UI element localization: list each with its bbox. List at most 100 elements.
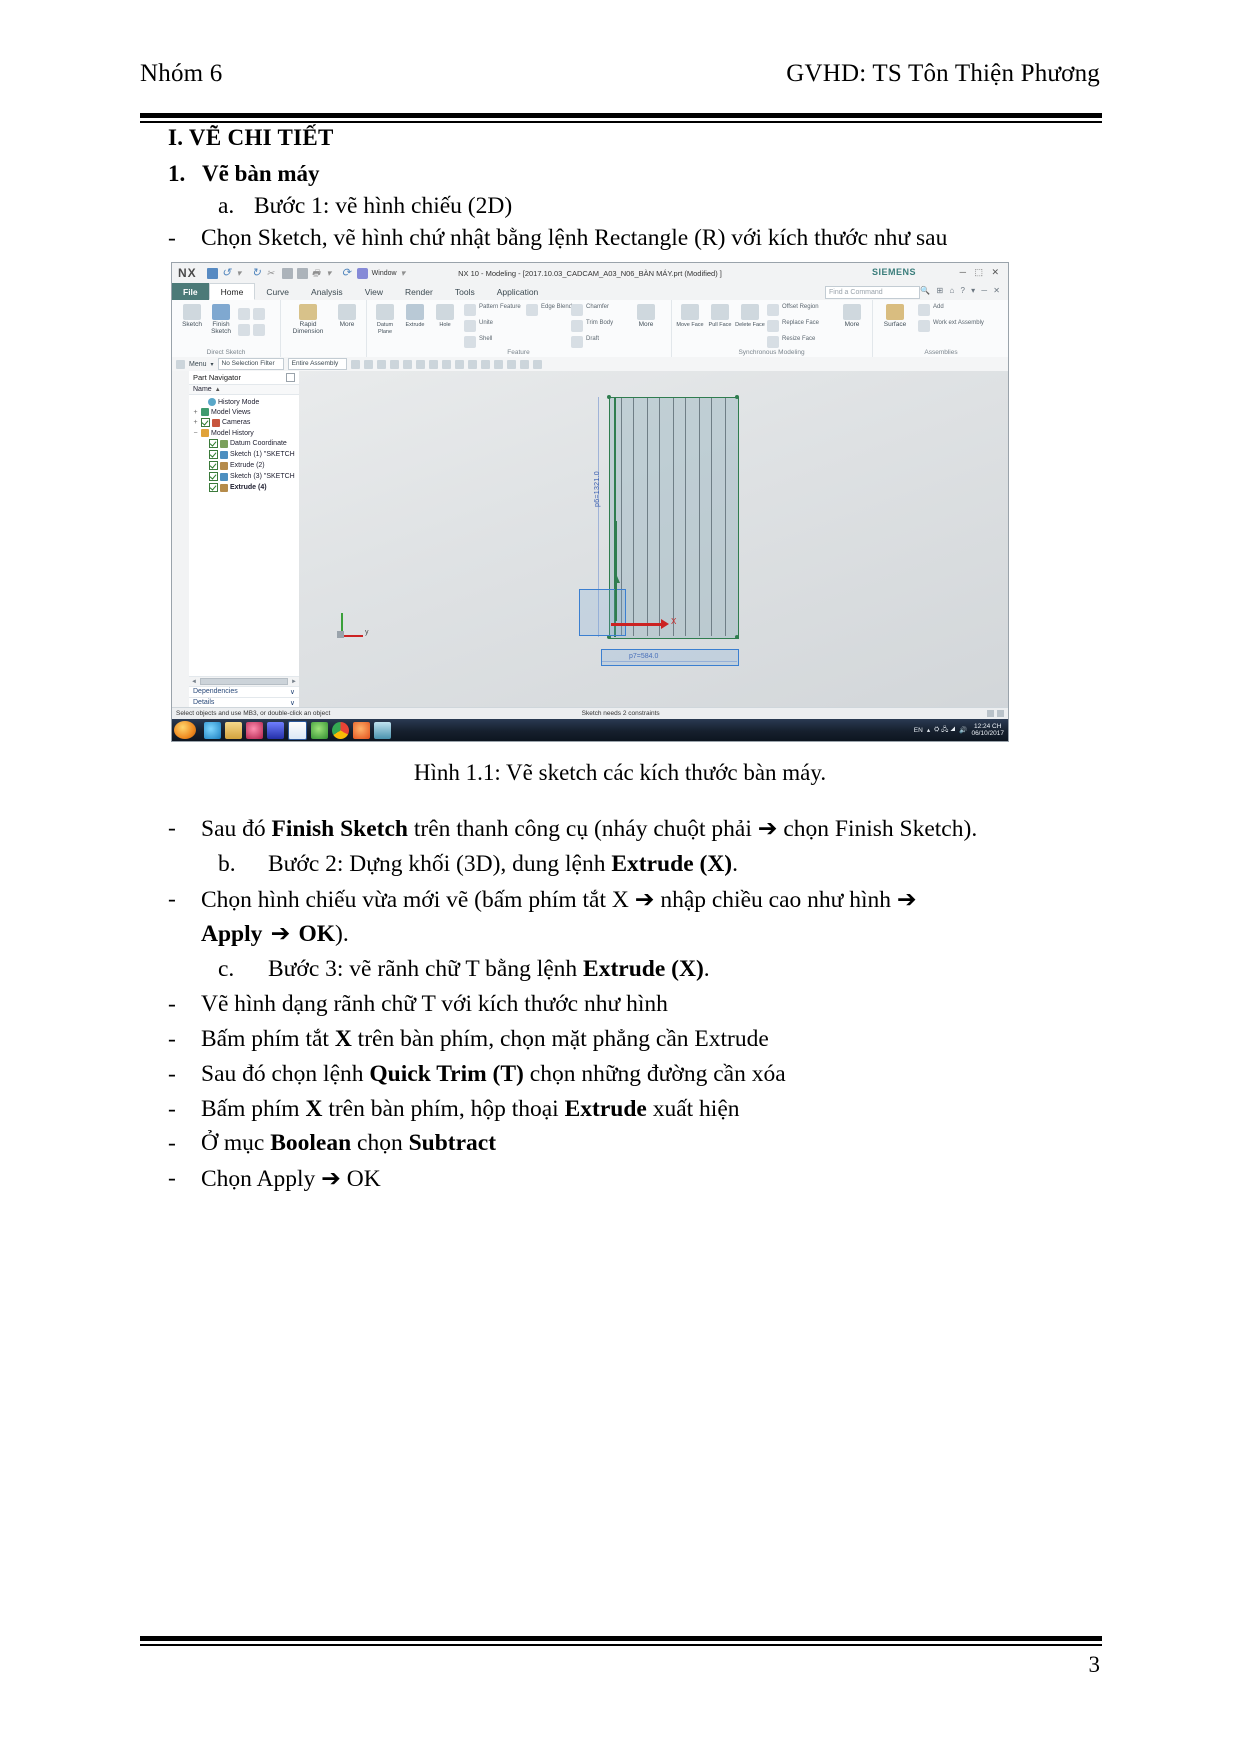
sync-offset-row[interactable]: Offset Region	[767, 304, 819, 316]
expander[interactable]: +	[192, 419, 199, 426]
window-controls[interactable]: ─ ⬚ ✕	[960, 267, 1002, 278]
sketch-curve-tools[interactable]	[238, 308, 265, 320]
chevron-down-icon[interactable]: ∨	[290, 688, 295, 696]
selection-filter-dropdown[interactable]: No Selection Filter	[217, 358, 284, 370]
ribbon-button-hole[interactable]: Hole	[430, 304, 460, 328]
internet-explorer-icon[interactable]	[204, 721, 221, 739]
tree-node-datum-coordinate[interactable]: Datum Coordinate	[189, 438, 299, 449]
visibility-checkbox[interactable]	[209, 461, 218, 470]
visibility-checkbox[interactable]	[209, 439, 218, 448]
select-face-icon[interactable]	[351, 359, 361, 369]
tree-node-history-mode[interactable]: History Mode	[189, 397, 299, 407]
sync-resize-row[interactable]: Resize Face	[767, 336, 815, 348]
snap-point-icon[interactable]	[390, 359, 400, 369]
pan-icon[interactable]	[455, 359, 465, 369]
chevron-down-icon[interactable]: ∨	[290, 699, 295, 707]
wireframe-mode-icon[interactable]	[481, 359, 491, 369]
ribbon-button-pull-face[interactable]: Pull Face	[705, 304, 735, 328]
start-button-icon[interactable]	[174, 721, 196, 739]
sketch-rectangle[interactable]	[609, 397, 739, 639]
tab-file[interactable]: File	[172, 283, 209, 300]
ribbon-button-more-feature[interactable]: More	[631, 304, 661, 328]
visibility-checkbox[interactable]	[209, 472, 218, 481]
select-point-icon[interactable]	[377, 359, 387, 369]
nx-graphics-window[interactable]: p6=1321.0 p7=584.0 X y	[299, 371, 1008, 719]
background-icon[interactable]	[533, 359, 543, 369]
zoom-icon[interactable]	[429, 359, 439, 369]
nx-ribbon[interactable]: Sketch Finish Sketch Direct Sketch Rapid…	[172, 300, 1008, 358]
tree-node-sketch-3[interactable]: Sketch (3) "SKETCH	[189, 471, 299, 482]
visibility-checkbox[interactable]	[209, 450, 218, 459]
tab-view[interactable]: View	[354, 283, 394, 300]
rotate-icon[interactable]	[442, 359, 452, 369]
ribbon-button-delete-face[interactable]: Delete Face	[735, 304, 765, 328]
firefox-icon[interactable]	[353, 721, 370, 739]
menu-label[interactable]: Menu	[189, 361, 207, 368]
ribbon-button-finish-sketch[interactable]: Finish Sketch	[206, 304, 236, 335]
tree-node-extrude-2[interactable]: Extrude (2)	[189, 460, 299, 471]
ribbon-button-sketch[interactable]: Sketch	[177, 304, 207, 328]
language-indicator[interactable]: EN	[914, 727, 923, 734]
feature-pattern-row[interactable]: Pattern Feature	[464, 304, 521, 316]
menu-icon[interactable]	[176, 359, 185, 369]
ribbon-button-move-face[interactable]: Move Face	[675, 304, 705, 328]
assemblies-work-row[interactable]: Work ext Assembly	[918, 320, 984, 332]
feature-shell-row[interactable]: Shell	[464, 336, 492, 348]
nx-ribbon-tabs[interactable]: File Home Curve Analysis View Render Too…	[172, 283, 1008, 301]
tray-expand-icon[interactable]: ▴	[927, 726, 930, 734]
sync-replace-row[interactable]: Replace Face	[767, 320, 819, 332]
feature-draft-row[interactable]: Draft	[571, 336, 599, 348]
layer-settings-icon[interactable]	[494, 359, 504, 369]
nx-taskbar-icon[interactable]	[374, 721, 391, 739]
tree-node-sketch-1[interactable]: Sketch (1) "SKETCH	[189, 449, 299, 460]
tab-tools[interactable]: Tools	[444, 283, 486, 300]
scroll-left-arrow[interactable]: ◄	[191, 679, 197, 685]
pin-icon[interactable]	[286, 373, 295, 382]
volume-icon[interactable]: 🔊	[959, 726, 967, 734]
tab-application[interactable]: Application	[486, 283, 550, 300]
navigator-section-dependencies[interactable]: Dependencies ∨	[189, 686, 299, 697]
nx-resource-bar[interactable]	[172, 371, 190, 719]
chrome-icon[interactable]	[332, 721, 349, 739]
tab-right-icons[interactable]: 🔍 ⊞ ⌂ ? ▾ ─ ✕	[920, 286, 1002, 295]
tree-node-extrude-4[interactable]: Extrude (4)	[189, 482, 299, 493]
selection-scope-dropdown[interactable]: Entire Assembly	[287, 358, 348, 370]
video-player-icon[interactable]	[267, 721, 284, 739]
expander[interactable]: −	[192, 430, 199, 437]
system-tray[interactable]: EN ▴ ⛭ 🖧 ◢ 🔊 12:24 CH 06/10/2017	[914, 723, 1004, 738]
tree-node-model-views[interactable]: + Model Views	[189, 407, 299, 417]
taskbar-clock[interactable]: 12:24 CH 06/10/2017	[971, 723, 1004, 738]
navigator-column-header[interactable]: Name ▲	[189, 385, 299, 395]
feature-unite-row[interactable]: Unite	[464, 320, 493, 332]
assemblies-add-row[interactable]: Add	[918, 304, 944, 316]
ribbon-button-more-dimension[interactable]: More	[332, 304, 362, 328]
ribbon-button-surface[interactable]: Surface	[880, 304, 910, 328]
visibility-checkbox[interactable]	[209, 483, 218, 492]
ribbon-button-datum-plane[interactable]: Datum Plane	[370, 304, 400, 335]
fit-view-icon[interactable]	[416, 359, 426, 369]
part-navigator-tree[interactable]: History Mode + Model Views + Cameras − M…	[189, 395, 299, 495]
tree-node-cameras[interactable]: + Cameras	[189, 417, 299, 428]
select-edge-icon[interactable]	[364, 359, 374, 369]
tab-home[interactable]: Home	[208, 283, 256, 300]
feature-chamfer-row[interactable]: Chamfer	[571, 304, 609, 316]
visibility-checkbox[interactable]	[201, 418, 210, 427]
unity-icon[interactable]	[311, 721, 328, 739]
tree-node-model-history[interactable]: − Model History	[189, 428, 299, 438]
feature-edge-row[interactable]: Edge Blend	[526, 304, 572, 316]
scroll-right-arrow[interactable]: ►	[291, 679, 297, 685]
windows-taskbar[interactable]: EN ▴ ⛭ 🖧 ◢ 🔊 12:24 CH 06/10/2017	[172, 719, 1008, 741]
shaded-mode-icon[interactable]	[468, 359, 478, 369]
section-icon[interactable]	[507, 359, 517, 369]
dimension-vertical-label[interactable]: p6=1321.0	[594, 471, 601, 507]
tab-analysis[interactable]: Analysis	[300, 283, 354, 300]
word-icon[interactable]	[288, 720, 307, 740]
expander[interactable]: +	[192, 409, 199, 416]
nx-selection-bar[interactable]: Menu ▾ No Selection Filter Entire Assembl…	[172, 357, 1008, 372]
ribbon-button-rapid-dimension[interactable]: Rapid Dimension	[288, 304, 328, 335]
ribbon-button-more-sync[interactable]: More	[837, 304, 867, 328]
status-right-icons[interactable]	[987, 710, 1004, 717]
feature-trim-row[interactable]: Trim Body	[571, 320, 613, 332]
command-finder-input[interactable]: Find a Command	[825, 286, 920, 299]
explorer-folder-icon[interactable]	[225, 721, 242, 739]
